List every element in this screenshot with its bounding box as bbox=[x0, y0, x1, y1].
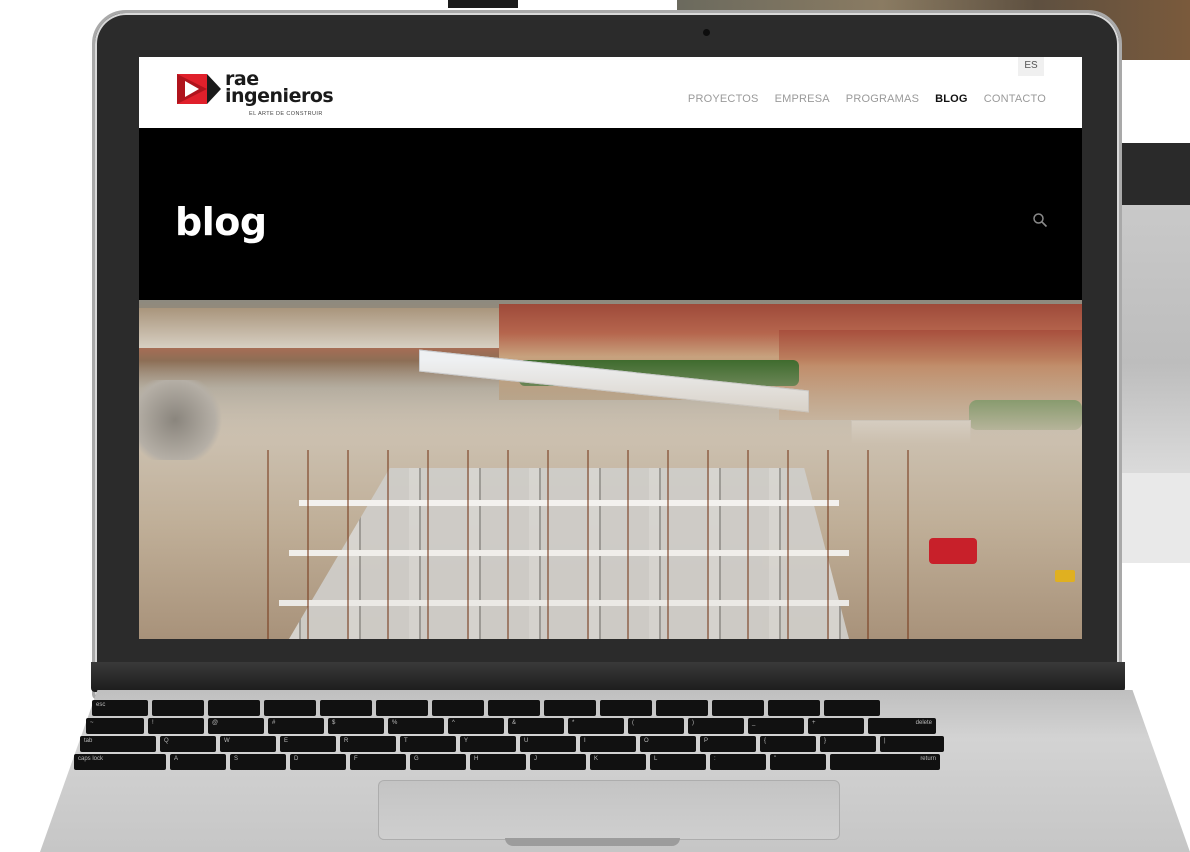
key: P bbox=[700, 736, 756, 752]
key: $ bbox=[328, 718, 384, 734]
key: T bbox=[400, 736, 456, 752]
key bbox=[656, 700, 708, 716]
key-row-4: caps lock A S D F G H J K L : " return bbox=[74, 754, 940, 770]
key: : bbox=[710, 754, 766, 770]
key bbox=[264, 700, 316, 716]
key bbox=[320, 700, 372, 716]
key: ~ bbox=[86, 718, 144, 734]
main-nav: PROYECTOS EMPRESA PROGRAMAS BLOG CONTACT… bbox=[672, 93, 1046, 105]
key bbox=[152, 700, 204, 716]
key: J bbox=[530, 754, 586, 770]
key: E bbox=[280, 736, 336, 752]
site-header: rae ingenieros EL ARTE DE CONSTRUIR ES P… bbox=[139, 57, 1082, 128]
key: # bbox=[268, 718, 324, 734]
key bbox=[376, 700, 428, 716]
key: ) bbox=[688, 718, 744, 734]
laptop-screen: rae ingenieros EL ARTE DE CONSTRUIR ES P… bbox=[139, 57, 1082, 639]
key-delete: delete bbox=[868, 718, 936, 734]
small-machine bbox=[1055, 570, 1075, 582]
nav-item-programas[interactable]: PROGRAMAS bbox=[846, 93, 919, 105]
key: G bbox=[410, 754, 466, 770]
houses-left bbox=[139, 308, 499, 348]
language-switcher[interactable]: ES bbox=[1018, 57, 1044, 76]
key bbox=[824, 700, 880, 716]
key: } bbox=[820, 736, 876, 752]
key: & bbox=[508, 718, 564, 734]
key: U bbox=[520, 736, 576, 752]
key bbox=[432, 700, 484, 716]
hero-banner: blog bbox=[139, 128, 1082, 300]
key bbox=[544, 700, 596, 716]
key: ! bbox=[148, 718, 204, 734]
logo-mark-icon bbox=[177, 74, 221, 104]
key: S bbox=[230, 754, 286, 770]
key: ^ bbox=[448, 718, 504, 734]
gravel-pile bbox=[139, 380, 229, 460]
rebar bbox=[229, 450, 929, 639]
laptop-hinge bbox=[91, 662, 1125, 692]
site-logo[interactable]: rae ingenieros EL ARTE DE CONSTRUIR bbox=[177, 70, 337, 117]
key: W bbox=[220, 736, 276, 752]
key bbox=[600, 700, 652, 716]
key: H bbox=[470, 754, 526, 770]
page-title: blog bbox=[175, 200, 267, 244]
nav-item-blog[interactable]: BLOG bbox=[935, 93, 968, 105]
key bbox=[208, 700, 260, 716]
key: Y bbox=[460, 736, 516, 752]
keyboard: esc ~ ! @ # $ % ^ & * ( ) _ + delete tab… bbox=[70, 696, 1160, 778]
key: * bbox=[568, 718, 624, 734]
telehandler bbox=[929, 538, 977, 564]
key-row-3: tab Q W E R T Y U I O P { } | bbox=[80, 736, 944, 752]
key: D bbox=[290, 754, 346, 770]
search-icon[interactable] bbox=[1032, 212, 1048, 228]
key-return: return bbox=[830, 754, 940, 770]
key-tab: tab bbox=[80, 736, 156, 752]
key: esc bbox=[92, 700, 148, 716]
nav-item-proyectos[interactable]: PROYECTOS bbox=[688, 93, 759, 105]
key-row-2: ~ ! @ # $ % ^ & * ( ) _ + delete bbox=[86, 718, 936, 734]
featured-image[interactable] bbox=[139, 300, 1082, 639]
key bbox=[768, 700, 820, 716]
brand-line-2: ingenieros bbox=[225, 85, 334, 107]
laptop-mockup-scene: rae ingenieros EL ARTE DE CONSTRUIR ES P… bbox=[0, 0, 1190, 852]
key: @ bbox=[208, 718, 264, 734]
key-caps-lock: caps lock bbox=[74, 754, 166, 770]
key bbox=[712, 700, 764, 716]
key: Q bbox=[160, 736, 216, 752]
key: K bbox=[590, 754, 646, 770]
logo-text: rae ingenieros EL ARTE DE CONSTRUIR bbox=[225, 70, 334, 123]
key: O bbox=[640, 736, 696, 752]
key: A bbox=[170, 754, 226, 770]
key: + bbox=[808, 718, 864, 734]
key-row-1: esc bbox=[92, 700, 880, 716]
key: I bbox=[580, 736, 636, 752]
key: F bbox=[350, 754, 406, 770]
key: L bbox=[650, 754, 706, 770]
nav-item-contacto[interactable]: CONTACTO bbox=[984, 93, 1046, 105]
key: _ bbox=[748, 718, 804, 734]
key: { bbox=[760, 736, 816, 752]
front-notch bbox=[505, 838, 680, 846]
camera bbox=[703, 29, 710, 36]
brand-tagline: EL ARTE DE CONSTRUIR bbox=[249, 111, 323, 117]
key bbox=[488, 700, 540, 716]
key: | bbox=[880, 736, 944, 752]
background-object bbox=[448, 0, 518, 8]
nav-item-empresa[interactable]: EMPRESA bbox=[775, 93, 830, 105]
key: " bbox=[770, 754, 826, 770]
key: R bbox=[340, 736, 396, 752]
key: % bbox=[388, 718, 444, 734]
key: ( bbox=[628, 718, 684, 734]
trackpad[interactable] bbox=[378, 780, 840, 840]
